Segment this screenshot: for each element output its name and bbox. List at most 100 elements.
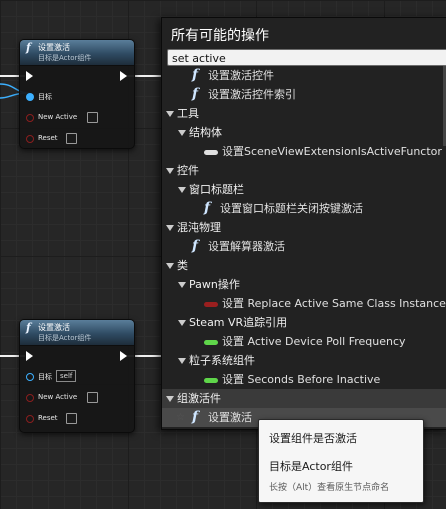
action-label: 设置激活控件 [208, 69, 274, 82]
new-active-pin-row: New Active [20, 108, 134, 129]
category-row[interactable]: 控件 [162, 161, 446, 180]
action-menu-title: 所有可能的操作 [171, 28, 269, 44]
variable-pill-icon [204, 339, 218, 345]
action-search-input[interactable]: set active [167, 49, 446, 66]
reset-pin[interactable] [26, 135, 34, 143]
exec-output-pin[interactable] [120, 71, 127, 81]
reset-pin-row: Reset [20, 129, 134, 148]
action-label: 控件 [177, 164, 199, 177]
expand-triangle-icon[interactable] [178, 282, 186, 288]
node-header[interactable]: f 设置激活 目标是Actor组件 [20, 320, 134, 346]
new-active-label: New Active [38, 393, 78, 401]
target-pin-row: 目标 self [20, 367, 134, 388]
exec-pin-row [20, 66, 134, 87]
node-subtitle: 目标是Actor组件 [38, 54, 92, 62]
expand-triangle-icon[interactable] [166, 396, 174, 402]
target-pin[interactable] [26, 373, 34, 381]
action-label: 设置激活控件索引 [208, 88, 296, 101]
variable-pill-icon [204, 377, 218, 383]
new-active-pin-row: New Active [20, 388, 134, 409]
action-item[interactable]: f 设置激活控件索引 [162, 85, 446, 104]
set-active-node-1[interactable]: f 设置激活 目标是Actor组件 目标 New Active Reset [19, 39, 135, 149]
variable-pill-icon [204, 301, 218, 307]
exec-output-pin[interactable] [120, 351, 127, 361]
action-label: Steam VR追踪引用 [189, 316, 288, 329]
target-pin-label: 目标 [38, 373, 52, 381]
function-icon: f [26, 41, 31, 54]
node-title: 设置激活 [38, 43, 70, 52]
category-row[interactable]: 工具 [162, 104, 446, 123]
action-label: 类 [177, 259, 188, 272]
node-title: 设置激活 [38, 323, 70, 332]
exec-input-pin[interactable] [26, 71, 33, 81]
action-item[interactable]: 设置 Seconds Before Inactive [162, 370, 446, 389]
action-label: 窗口标题栏 [189, 183, 244, 196]
action-label: 设置 Seconds Before Inactive [222, 373, 381, 386]
variable-pill-icon [204, 149, 218, 155]
function-icon: f [204, 200, 211, 216]
action-item[interactable]: f 设置窗口标题栏关闭按键激活 [162, 199, 446, 218]
expand-triangle-icon[interactable] [166, 111, 174, 117]
action-label: 设置窗口标题栏关闭按键激活 [220, 202, 363, 215]
exec-pin-row [20, 346, 134, 367]
action-item[interactable]: 设置 Replace Active Same Class Instance [162, 294, 446, 313]
new-active-checkbox[interactable] [87, 112, 98, 123]
node-header[interactable]: f 设置激活 目标是Actor组件 [20, 40, 134, 66]
reset-label: Reset [38, 134, 58, 142]
action-list: f 设置激活控件 f 设置激活控件索引 工具 结构体 设置SceneViewExtensio… [162, 66, 446, 429]
function-icon: f [192, 238, 199, 254]
new-active-checkbox[interactable] [87, 392, 98, 403]
exec-input-pin[interactable] [26, 351, 33, 361]
category-row[interactable]: 粒子系统组件 [162, 351, 446, 370]
action-item[interactable]: f 设置解算器激活 [162, 237, 446, 256]
expand-triangle-icon[interactable] [166, 168, 174, 174]
action-label: 设置激活 [208, 411, 252, 424]
expand-triangle-icon[interactable] [178, 187, 186, 193]
action-item[interactable]: 设置SceneViewExtensionIsActiveFunctor [162, 142, 446, 161]
favorite-star-icon[interactable]: ☆ [176, 408, 185, 427]
function-icon: f [192, 86, 199, 102]
tooltip-hint: 长按（Alt）查看原生节点命名 [269, 483, 390, 493]
action-item[interactable]: 设置 Active Device Poll Frequency [162, 332, 446, 351]
category-row[interactable]: 组激活件 [162, 389, 446, 408]
category-row[interactable]: Pawn操作 [162, 275, 446, 294]
category-row[interactable]: 结构体 [162, 123, 446, 142]
action-label: 粒子系统组件 [189, 354, 255, 367]
target-pin[interactable] [26, 93, 34, 101]
category-row[interactable]: 窗口标题栏 [162, 180, 446, 199]
expand-triangle-icon[interactable] [178, 358, 186, 364]
new-active-pin[interactable] [26, 394, 34, 402]
category-row[interactable]: 类 [162, 256, 446, 275]
category-row[interactable]: Steam VR追踪引用 [162, 313, 446, 332]
new-active-pin[interactable] [26, 114, 34, 122]
node-subtitle: 目标是Actor组件 [38, 334, 92, 342]
action-label: 设置 Active Device Poll Frequency [222, 335, 406, 348]
action-label: 设置SceneViewExtensionIsActiveFunctor [222, 145, 442, 158]
function-icon: f [192, 409, 199, 425]
target-self-value[interactable]: self [56, 370, 77, 382]
action-label: 混沌物理 [177, 221, 221, 234]
function-icon: f [192, 67, 199, 83]
function-icon: f [26, 321, 31, 334]
reset-checkbox[interactable] [66, 413, 77, 424]
reset-checkbox[interactable] [66, 133, 77, 144]
expand-triangle-icon[interactable] [178, 130, 186, 136]
action-tooltip: 设置组件是否激活 目标是Actor组件 长按（Alt）查看原生节点命名 [258, 419, 424, 503]
category-row[interactable]: 混沌物理 [162, 218, 446, 237]
target-pin-label: 目标 [38, 93, 52, 101]
expand-triangle-icon[interactable] [166, 225, 174, 231]
action-item[interactable]: f 设置激活控件 [162, 66, 446, 85]
expand-triangle-icon[interactable] [178, 320, 186, 326]
action-menu: 所有可能的操作 set active f 设置激活控件 f 设置激活控件索引 工具 结构体… [161, 17, 446, 430]
action-label: Pawn操作 [189, 278, 240, 291]
set-active-node-2[interactable]: f 设置激活 目标是Actor组件 目标 self New Active Res… [19, 319, 135, 433]
tooltip-target: 目标是Actor组件 [269, 460, 353, 473]
tooltip-description: 设置组件是否激活 [269, 432, 357, 445]
expand-triangle-icon[interactable] [166, 263, 174, 269]
reset-label: Reset [38, 414, 58, 422]
action-label: 结构体 [189, 126, 222, 139]
action-label: 组激活件 [177, 392, 221, 405]
action-label: 设置解算器激活 [208, 240, 285, 253]
new-active-label: New Active [38, 113, 78, 121]
reset-pin[interactable] [26, 415, 34, 423]
